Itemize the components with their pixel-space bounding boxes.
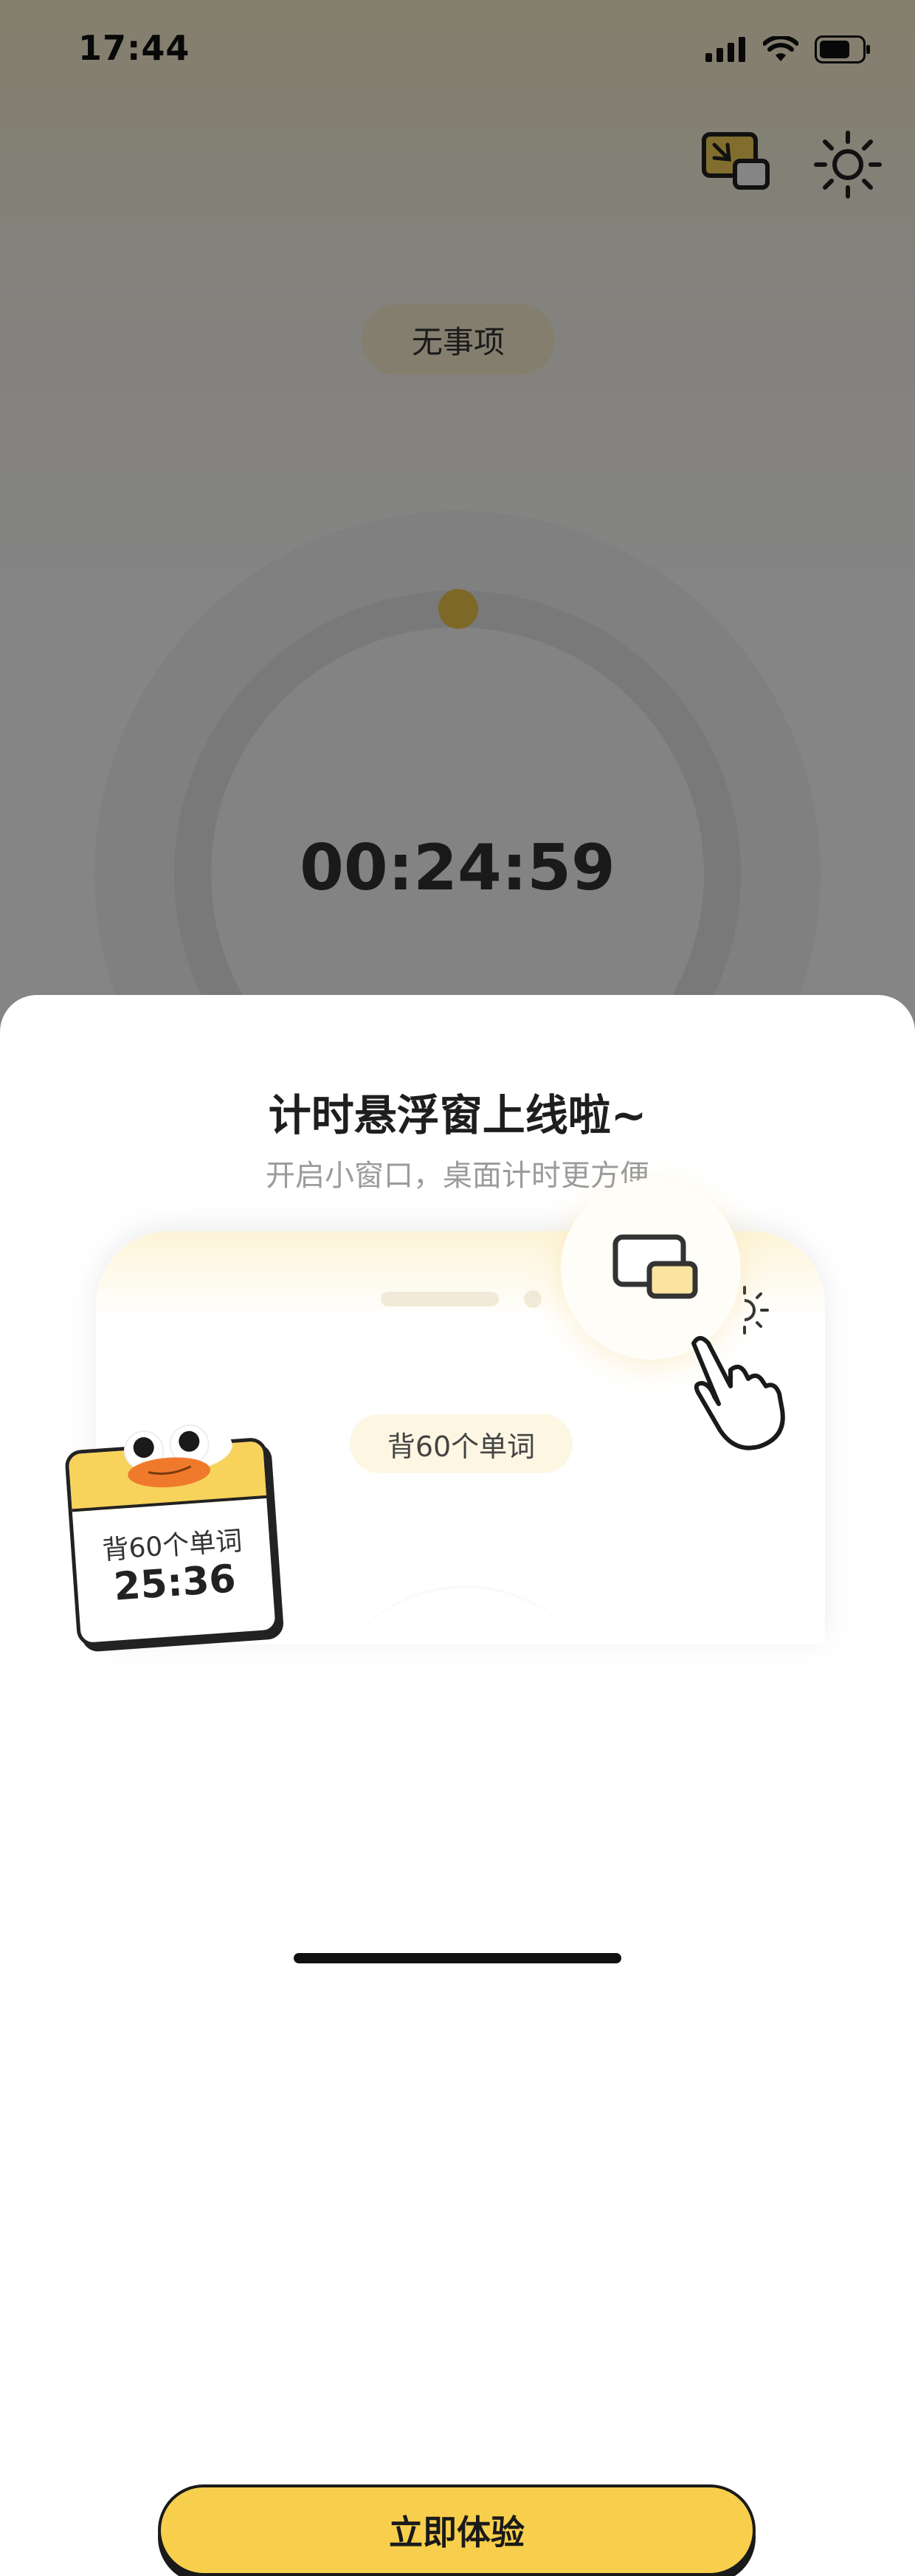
duck-mascot-icon [123,1424,232,1488]
mock-camera [524,1290,542,1308]
feature-illustration: 背60个单词 背60个单词 25:36 [0,1179,915,1969]
mock-speaker [381,1292,499,1306]
sheet-subtitle: 开启小窗口，桌面计时更方便 [266,1159,649,1193]
try-now-button[interactable]: 立即体验 [158,2484,756,2576]
mock-task-pill: 背60个单词 [350,1414,573,1473]
floating-window-icon [612,1234,698,1299]
promo-sheet: 计时悬浮窗上线啦~ 开启小窗口，桌面计时更方便 背60个单词 背60个单词 25… [0,995,915,2576]
tap-hand-icon [691,1336,785,1450]
home-indicator[interactable] [294,1953,621,1963]
sheet-title: 计时悬浮窗上线啦~ [268,1090,647,1140]
